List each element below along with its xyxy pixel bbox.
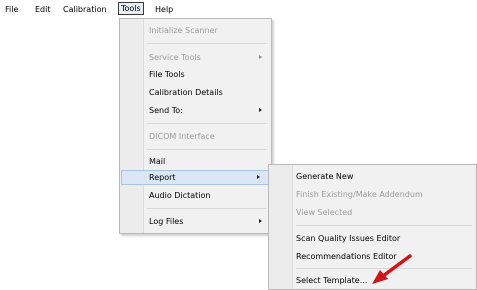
menu-item-label: Report xyxy=(149,173,176,182)
menu-file[interactable]: File xyxy=(5,3,18,16)
menu-item-label: Calibration Details xyxy=(149,88,223,97)
menu-separator xyxy=(296,268,472,269)
menu-item-service-tools[interactable]: Service Tools xyxy=(120,50,271,65)
menu-item-mail[interactable]: Mail xyxy=(120,154,271,169)
menu-item-initialize-scanner[interactable]: Initialize Scanner xyxy=(120,23,271,38)
menu-calibration[interactable]: Calibration xyxy=(63,3,107,16)
menu-item-log-files[interactable]: Log Files xyxy=(120,214,271,229)
menu-tools[interactable]: Tools xyxy=(118,2,144,15)
menu-item-label: Select Template... xyxy=(296,276,368,285)
chevron-right-icon xyxy=(259,219,262,223)
menu-item-calibration-details[interactable]: Calibration Details xyxy=(120,85,271,100)
menu-item-label: Service Tools xyxy=(149,53,201,62)
menu-item-send-to[interactable]: Send To: xyxy=(120,103,271,118)
menu-item-report[interactable]: Report xyxy=(121,170,270,185)
menu-item-label: View Selected xyxy=(296,208,353,217)
menu-item-label: Scan Quality Issues Editor xyxy=(296,234,401,243)
menu-separator xyxy=(147,149,267,150)
menu-item-recommendations-editor[interactable]: Recommendations Editor xyxy=(269,249,476,264)
chevron-right-icon xyxy=(257,175,260,179)
menu-item-label: Send To: xyxy=(149,106,183,115)
report-submenu: Generate New Finish Existing/Make Addend… xyxy=(268,164,477,290)
menu-item-label: File Tools xyxy=(149,70,185,79)
menu-item-label: DICOM Interface xyxy=(149,132,215,141)
menu-item-view-selected[interactable]: View Selected xyxy=(269,205,476,220)
menu-edit[interactable]: Edit xyxy=(35,3,51,16)
menu-item-scan-quality-issues-editor[interactable]: Scan Quality Issues Editor xyxy=(269,231,476,246)
menu-item-dicom-interface[interactable]: DICOM Interface xyxy=(120,129,271,144)
menu-help[interactable]: Help xyxy=(155,3,173,16)
menu-separator xyxy=(147,123,267,124)
menu-separator xyxy=(147,43,267,44)
tools-menu: Initialize Scanner Service Tools File To… xyxy=(119,18,272,234)
menu-separator xyxy=(296,225,472,226)
menu-item-file-tools[interactable]: File Tools xyxy=(120,67,271,82)
menu-item-label: Log Files xyxy=(149,217,184,226)
menu-item-label: Recommendations Editor xyxy=(296,252,397,261)
menu-item-label: Finish Existing/Make Addendum xyxy=(296,190,423,199)
menu-item-label: Mail xyxy=(149,157,166,166)
menu-item-finish-existing[interactable]: Finish Existing/Make Addendum xyxy=(269,187,476,202)
menu-bar: File Edit Calibration Tools Help xyxy=(0,0,477,18)
menu-item-select-template[interactable]: Select Template... xyxy=(269,273,476,288)
menu-separator xyxy=(147,208,267,209)
menu-item-label: Audio Dictation xyxy=(149,191,211,200)
chevron-right-icon xyxy=(259,55,262,59)
chevron-right-icon xyxy=(259,108,262,112)
menu-item-label: Generate New xyxy=(296,172,354,181)
menu-item-audio-dictation[interactable]: Audio Dictation xyxy=(120,188,271,203)
menu-item-generate-new[interactable]: Generate New xyxy=(269,169,476,184)
menu-item-label: Initialize Scanner xyxy=(149,26,218,35)
